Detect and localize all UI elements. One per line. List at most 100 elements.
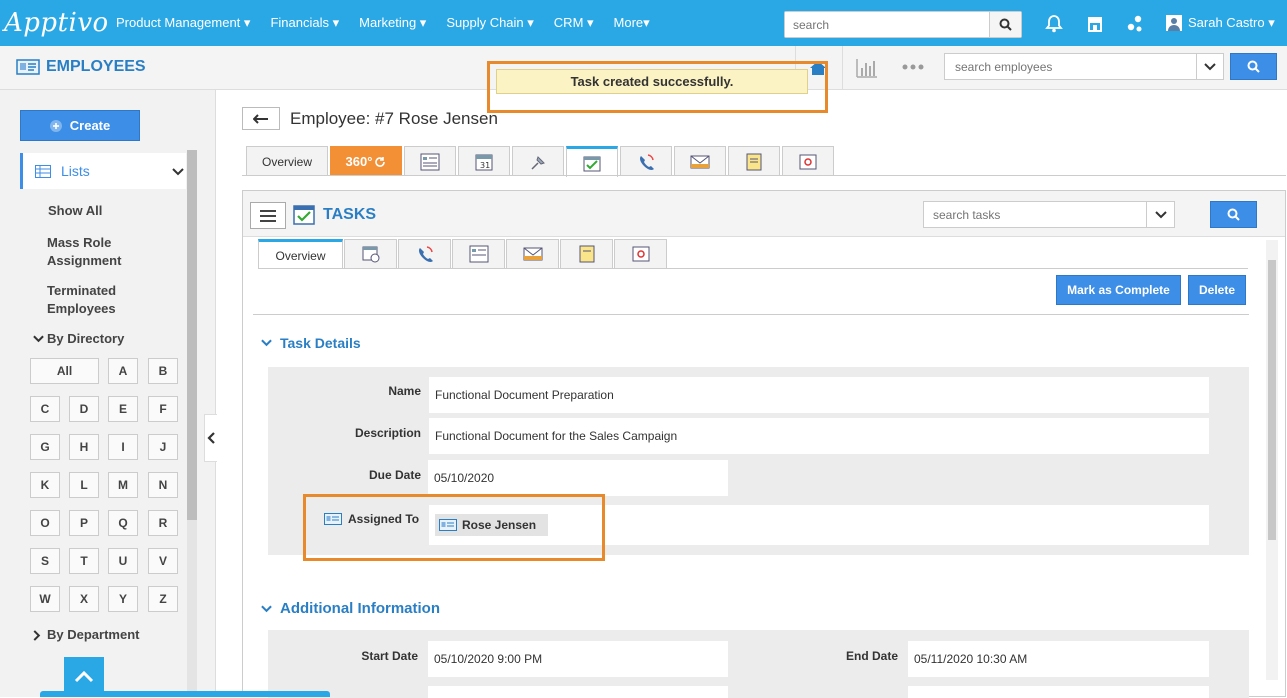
back-button[interactable] xyxy=(242,107,280,130)
sidebar-scroll-thumb[interactable] xyxy=(187,150,197,520)
task-tab-calls[interactable] xyxy=(398,239,451,268)
letter-filter[interactable]: R xyxy=(148,510,178,536)
global-search-input[interactable] xyxy=(785,12,985,37)
next-field-value xyxy=(908,686,1209,698)
letter-filter[interactable]: G xyxy=(30,434,60,460)
letter-filter[interactable]: H xyxy=(69,434,99,460)
tab-overview[interactable]: Overview xyxy=(246,146,328,176)
attachment-icon xyxy=(799,154,817,169)
letter-filter[interactable]: S xyxy=(30,548,60,574)
apptivo-logo[interactable]: Apptivo xyxy=(4,8,109,38)
tab-360[interactable]: 360° xyxy=(330,146,402,176)
letter-filter[interactable]: E xyxy=(108,396,138,422)
chevron-down-icon xyxy=(33,335,44,343)
letter-filter[interactable]: W xyxy=(30,586,60,612)
name-label: Name xyxy=(388,384,421,398)
user-name: Sarah Castro ▾ xyxy=(1188,15,1275,30)
task-search-dropdown[interactable] xyxy=(1146,202,1174,227)
lists-dropdown[interactable]: Lists xyxy=(20,153,186,189)
letter-filter[interactable]: A xyxy=(108,358,138,384)
sidebar-item-terminated[interactable]: Terminated Employees xyxy=(47,282,157,318)
sidebar-item-by-directory[interactable]: By Directory xyxy=(33,330,124,348)
letter-filter[interactable]: F xyxy=(148,396,178,422)
task-tab-notes[interactable] xyxy=(560,239,613,268)
task-search xyxy=(923,201,1175,228)
menu-button[interactable] xyxy=(250,202,286,229)
task-tab-overview[interactable]: Overview xyxy=(258,239,343,269)
letter-filter[interactable]: K xyxy=(30,472,60,498)
employee-search-button[interactable] xyxy=(1230,53,1277,80)
calendar-icon: 31 xyxy=(475,154,493,170)
task-search-input[interactable] xyxy=(924,202,1134,227)
nav-more[interactable]: More▾ xyxy=(614,15,650,31)
delete-button[interactable]: Delete xyxy=(1188,275,1246,305)
phone-icon xyxy=(640,153,654,170)
letter-filter[interactable]: X xyxy=(69,586,99,612)
letter-filter[interactable]: D xyxy=(69,396,99,422)
name-value: Functional Document Preparation xyxy=(429,377,1209,413)
global-search-button[interactable] xyxy=(989,12,1021,37)
task-tab-schedule[interactable] xyxy=(344,239,397,268)
mark-complete-button[interactable]: Mark as Complete xyxy=(1056,275,1181,305)
sidebar-item-show-all[interactable]: Show All xyxy=(48,202,102,220)
user-menu[interactable]: Sarah Castro ▾ xyxy=(1166,15,1275,31)
tab-calendar[interactable]: 31 xyxy=(458,146,510,176)
task-search-button[interactable] xyxy=(1210,201,1257,228)
letter-filter[interactable]: J xyxy=(148,434,178,460)
tab-details[interactable] xyxy=(404,146,456,176)
letter-filter[interactable]: Q xyxy=(108,510,138,536)
main-scroll-thumb[interactable] xyxy=(1268,260,1276,540)
task-tab-details[interactable] xyxy=(452,239,505,268)
letter-filter-all[interactable]: All xyxy=(30,358,99,384)
bell-icon[interactable] xyxy=(1044,14,1064,34)
chevron-left-icon xyxy=(207,432,215,444)
tab-calls[interactable] xyxy=(620,146,672,176)
nav-supply-chain[interactable]: Supply Chain ▾ xyxy=(446,15,533,31)
employee-search-dropdown[interactable] xyxy=(1196,54,1223,79)
tab-attachments[interactable] xyxy=(782,146,834,176)
nav-financials[interactable]: Financials ▾ xyxy=(270,15,339,31)
by-department-label: By Department xyxy=(47,627,140,642)
table-icon xyxy=(35,164,51,178)
bar-chart-icon[interactable] xyxy=(856,58,878,78)
nav-marketing[interactable]: Marketing ▾ xyxy=(359,15,426,31)
apps-connect-icon[interactable] xyxy=(1125,14,1145,34)
page-title: Employee: #7 Rose Jensen xyxy=(290,109,498,128)
letter-filter[interactable]: N xyxy=(148,472,178,498)
letter-filter[interactable]: M xyxy=(108,472,138,498)
task-tab-attachments[interactable] xyxy=(614,239,667,268)
nav-product-management[interactable]: Product Management ▾ xyxy=(116,15,250,31)
sidebar-item-by-department[interactable]: By Department xyxy=(33,626,139,644)
module-title[interactable]: EMPLOYEES xyxy=(16,58,146,76)
tabs-underline xyxy=(242,175,1286,176)
start-date-value: 05/10/2020 9:00 PM xyxy=(428,641,728,677)
letter-filter[interactable]: Z xyxy=(148,586,178,612)
sidebar-item-mass-role[interactable]: Mass Role Assignment xyxy=(47,234,157,270)
assigned-highlight-box xyxy=(303,494,605,561)
chevron-right-icon xyxy=(33,629,41,641)
sidebar-collapse-button[interactable] xyxy=(204,414,218,462)
letter-filter[interactable]: V xyxy=(148,548,178,574)
letter-filter[interactable]: C xyxy=(30,396,60,422)
tab-email[interactable] xyxy=(674,146,726,176)
letter-filter[interactable]: T xyxy=(69,548,99,574)
letter-filter[interactable]: O xyxy=(30,510,60,536)
letter-filter[interactable]: B xyxy=(148,358,178,384)
letter-filter[interactable]: U xyxy=(108,548,138,574)
additional-info-section-toggle[interactable]: Additional Information xyxy=(261,600,440,617)
store-icon[interactable] xyxy=(1085,14,1105,34)
task-tab-email[interactable] xyxy=(506,239,559,268)
letter-filter[interactable]: Y xyxy=(108,586,138,612)
nav-crm[interactable]: CRM ▾ xyxy=(554,15,594,31)
task-details-section-toggle[interactable]: Task Details xyxy=(261,335,361,351)
employee-search-input[interactable] xyxy=(945,54,1185,79)
tab-pin[interactable] xyxy=(512,146,564,176)
more-dots-icon[interactable] xyxy=(902,64,924,70)
form-icon xyxy=(420,153,440,170)
letter-filter[interactable]: I xyxy=(108,434,138,460)
create-button[interactable]: Create xyxy=(20,110,140,141)
letter-filter[interactable]: P xyxy=(69,510,99,536)
letter-filter[interactable]: L xyxy=(69,472,99,498)
tab-tasks[interactable] xyxy=(566,146,618,177)
tab-notes[interactable] xyxy=(728,146,780,176)
